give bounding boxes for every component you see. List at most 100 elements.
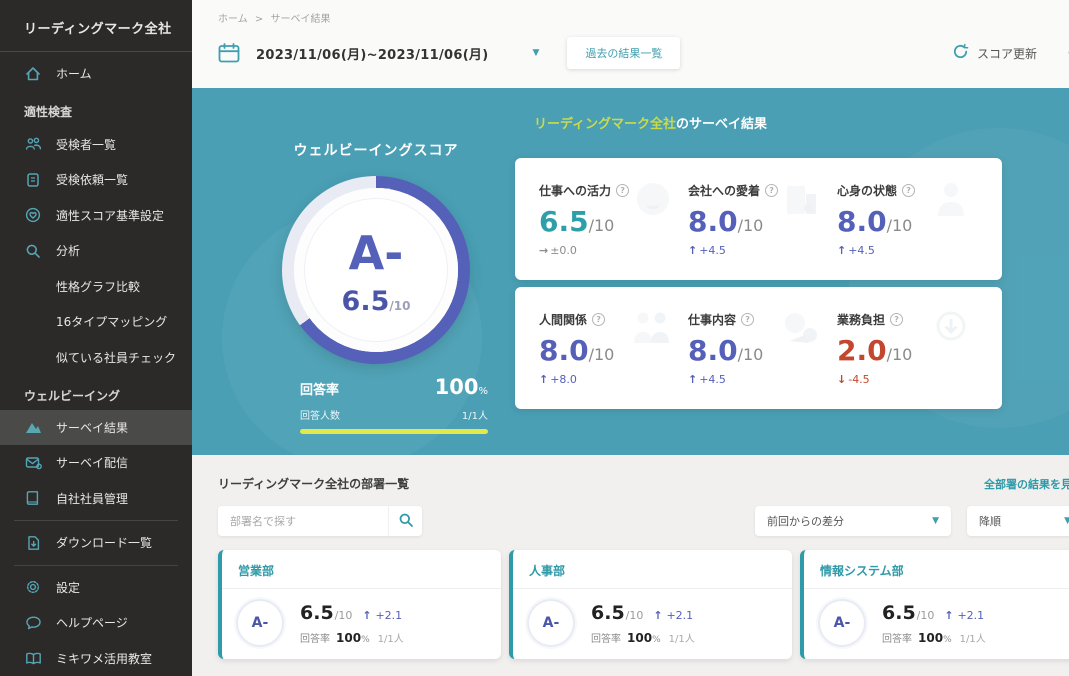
book-icon: [24, 489, 42, 507]
metric-max: /10: [588, 345, 615, 364]
sidebar-item-label: サーベイ配信: [56, 456, 129, 471]
sidebar-item-analysis[interactable]: 分析: [0, 233, 192, 268]
department-rate-label: 回答率: [300, 633, 330, 645]
sidebar-item-help[interactable]: ヘルプページ: [0, 605, 192, 640]
metric-delta: ↑ +4.5: [837, 244, 875, 257]
face-watermark-icon: [632, 178, 674, 224]
metric-card-row2: 人間関係? 8.0/10 ↑ +8.0 仕事内容? 8.0/10 ↑ +4.5 業務…: [515, 287, 1002, 409]
metric-value: 6.5: [539, 205, 589, 238]
wellbeing-grade: A-: [348, 225, 404, 280]
sidebar-item-label: 適性スコア基準設定: [56, 208, 165, 223]
metric-company-attachment: 会社への愛着? 8.0/10 ↑ +4.5: [684, 182, 833, 260]
info-icon[interactable]: ?: [890, 313, 904, 326]
sidebar-item-label: ダウンロード一覧: [56, 536, 153, 551]
metric-max: /10: [737, 216, 764, 235]
sidebar-item-16type-mapping[interactable]: 16タイプマッピング: [0, 304, 192, 339]
info-icon[interactable]: ?: [902, 184, 916, 197]
department-name: 情報システム部: [804, 550, 1069, 589]
date-range-value[interactable]: 2023/11/06(月)~2023/11/06(月): [256, 44, 488, 63]
search-button[interactable]: [388, 506, 422, 536]
view-all-departments-link[interactable]: 全部署の結果を見る: [984, 476, 1069, 492]
sidebar-item-label: ミキワメ活用教室: [56, 651, 153, 666]
calendar-icon: [218, 43, 240, 63]
refresh-score-button[interactable]: スコア更新: [952, 43, 1037, 64]
department-people: 1/1人: [959, 633, 986, 645]
sidebar-item-survey-results[interactable]: サーベイ結果: [0, 409, 192, 446]
sidebar-item-exam-requests[interactable]: 受検依頼一覧: [0, 162, 192, 197]
metric-delta: ↑ +8.0: [539, 373, 577, 386]
info-icon[interactable]: ?: [616, 184, 630, 197]
metric-label: 会社への愛着: [688, 184, 761, 198]
info-icon[interactable]: ?: [765, 184, 779, 197]
chevron-down-icon[interactable]: ▼: [532, 48, 539, 58]
department-search: [218, 506, 422, 536]
help-icon: [24, 614, 42, 632]
sidebar-item-survey-delivery[interactable]: サーベイ配信: [0, 445, 192, 480]
classroom-icon: [24, 649, 42, 667]
download-icon: [24, 534, 42, 552]
sidebar-item-settings[interactable]: 設定: [0, 570, 192, 605]
respondents-progress-track: [300, 429, 488, 434]
sidebar-item-employee-management[interactable]: 自社社員管理: [0, 481, 192, 516]
main-content: ホーム > サーベイ結果 2023/11/06(月)~2023/11/06(月)…: [192, 0, 1069, 676]
metric-delta: → ±0.0: [539, 244, 577, 257]
sidebar-item-home[interactable]: ホーム: [0, 56, 192, 91]
department-name: 営業部: [222, 550, 501, 589]
department-heading: リーディングマーク全社の部署一覧: [218, 477, 410, 491]
sidebar-item-personality-graph[interactable]: 性格グラフ比較: [0, 268, 192, 303]
sort-order-select[interactable]: 降順 ▼: [967, 506, 1069, 536]
department-score: 6.5: [591, 601, 625, 624]
department-card-hr[interactable]: 人事部 A- 6.5/10 ↑ +2.1 回答率 100% 1/1人: [509, 550, 792, 659]
info-icon[interactable]: ?: [592, 313, 606, 326]
sidebar-item-mikiwame-class[interactable]: ミキワメ活用教室: [0, 641, 192, 676]
person-watermark-icon: [930, 178, 972, 224]
wellbeing-score-max: /10: [389, 298, 411, 313]
department-rate-label: 回答率: [882, 633, 912, 645]
sidebar-item-label: 性格グラフ比較: [56, 279, 141, 294]
sort-order-value: 降順: [979, 515, 1001, 528]
chart-icon: [24, 418, 42, 436]
wellbeing-score-value: 6.5: [341, 285, 390, 317]
task-watermark-icon: [779, 307, 823, 353]
department-section: リーディングマーク全社の部署一覧 全部署の結果を見る 前回からの差分 ▼: [192, 455, 1069, 676]
up-arrow-icon: ↑: [653, 608, 663, 622]
sidebar-section-aptitude: 適性検査: [24, 105, 73, 120]
sidebar-item-similar-employees[interactable]: 似ている社員チェック: [0, 339, 192, 374]
respondents-progress-fill: [300, 429, 488, 434]
sidebar-item-examinees[interactable]: 受検者一覧: [0, 126, 192, 161]
respondents-label: 回答人数: [300, 411, 340, 422]
up-arrow-icon: ↑: [362, 608, 372, 622]
department-rate: 100: [627, 630, 653, 645]
sidebar-item-score-settings[interactable]: 適性スコア基準設定: [0, 197, 192, 232]
past-results-button[interactable]: 過去の結果一覧: [567, 37, 681, 69]
up-arrow-icon: ↑: [837, 244, 847, 257]
gear-icon: [24, 578, 42, 596]
metric-label: 心身の状態: [837, 184, 898, 198]
wellbeing-score-block: ウェルビーイングスコア A- 6.5/10: [250, 140, 502, 364]
response-rate-label: 回答率: [300, 383, 340, 398]
metric-workload: 業務負担? 2.0/10 ↓ -4.5: [833, 311, 982, 389]
wellbeing-ring-inner: A- 6.5/10: [294, 188, 458, 352]
metric-job-content: 仕事内容? 8.0/10 ↑ +4.5: [684, 311, 833, 389]
refresh-label: スコア更新: [976, 46, 1037, 61]
sidebar-item-downloads[interactable]: ダウンロード一覧: [0, 525, 192, 560]
metric-label: 仕事内容: [688, 313, 737, 327]
search-input[interactable]: [218, 506, 388, 536]
info-icon[interactable]: ?: [741, 313, 755, 326]
department-name: 人事部: [513, 550, 792, 589]
sidebar-item-label: 似ている社員チェック: [56, 350, 177, 365]
metric-label: 人間関係: [539, 313, 588, 327]
refresh-icon: [952, 43, 969, 64]
sidebar-item-label: 分析: [56, 244, 81, 259]
metric-max: /10: [886, 345, 913, 364]
sort-by-select[interactable]: 前回からの差分 ▼: [755, 506, 951, 536]
department-delta: ↑ +2.1: [944, 608, 985, 622]
users-icon: [24, 135, 42, 153]
department-card-sales[interactable]: 営業部 A- 6.5/10 ↑ +2.1 回答率 100% 1/1人: [218, 550, 501, 659]
sort-by-value: 前回からの差分: [767, 515, 844, 528]
divider: [14, 520, 178, 522]
department-people: 1/1人: [668, 633, 695, 645]
metric-value: 8.0: [837, 205, 887, 238]
department-card-it[interactable]: 情報システム部 A- 6.5/10 ↑ +2.1 回答率 100% 1/1人: [800, 550, 1069, 659]
breadcrumb-home[interactable]: ホーム: [218, 14, 248, 25]
